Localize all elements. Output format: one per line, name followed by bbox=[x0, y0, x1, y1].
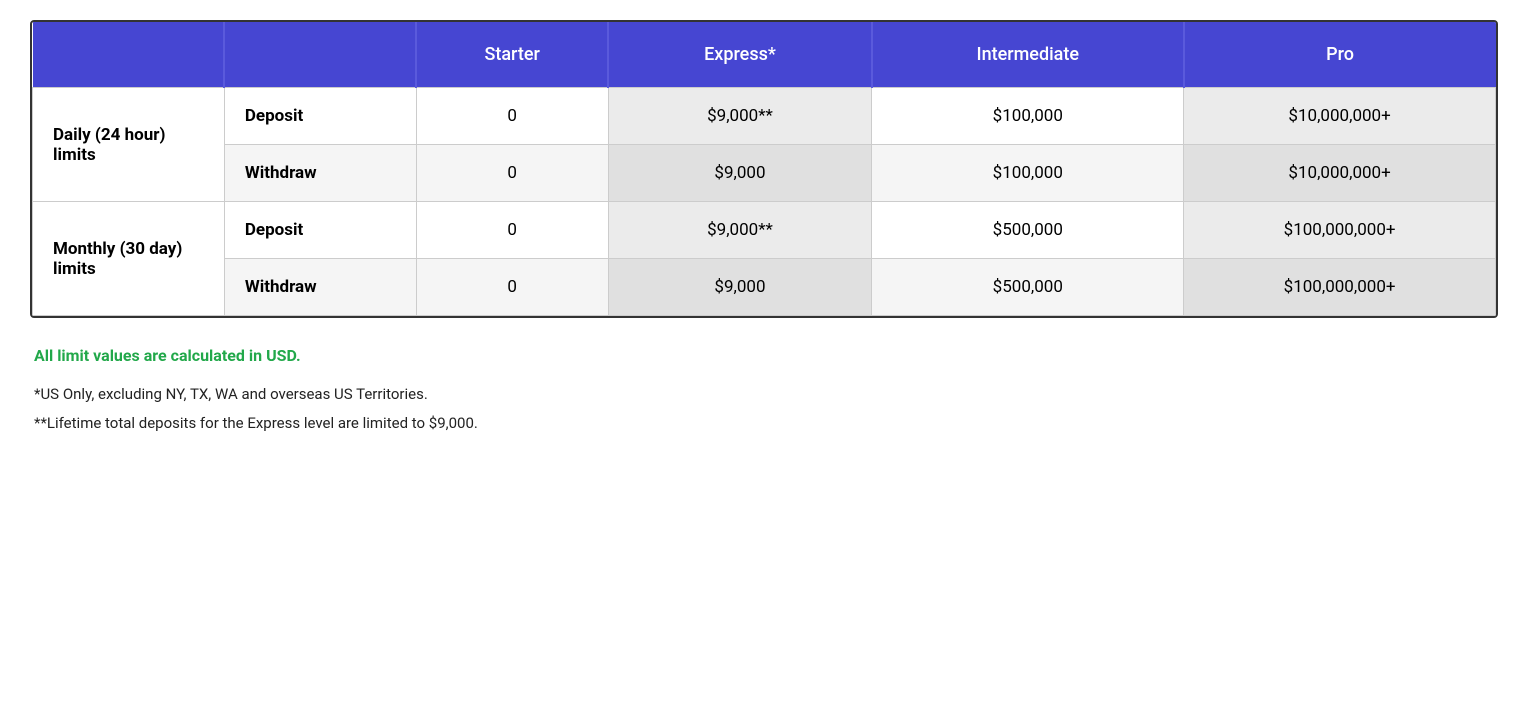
monthly-deposit-pro: $100,000,000+ bbox=[1184, 202, 1496, 259]
daily-deposit-intermediate: $100,000 bbox=[872, 88, 1184, 145]
daily-withdraw-label: Withdraw bbox=[224, 145, 416, 202]
header-starter: Starter bbox=[416, 22, 608, 88]
table-row: Daily (24 hour) limits Deposit 0 $9,000*… bbox=[33, 88, 1496, 145]
monthly-deposit-label: Deposit bbox=[224, 202, 416, 259]
daily-deposit-pro: $10,000,000+ bbox=[1184, 88, 1496, 145]
monthly-withdraw-pro: $100,000,000+ bbox=[1184, 259, 1496, 316]
header-express: Express* bbox=[608, 22, 872, 88]
table-row: Withdraw 0 $9,000 $100,000 $10,000,000+ bbox=[33, 145, 1496, 202]
daily-withdraw-intermediate: $100,000 bbox=[872, 145, 1184, 202]
table-wrapper: Starter Express* Intermediate Pro Daily … bbox=[30, 20, 1498, 318]
daily-group-label: Daily (24 hour) limits bbox=[33, 88, 225, 202]
table-row: Monthly (30 day) limits Deposit 0 $9,000… bbox=[33, 202, 1496, 259]
daily-deposit-express: $9,000** bbox=[608, 88, 872, 145]
monthly-withdraw-express: $9,000 bbox=[608, 259, 872, 316]
daily-withdraw-express: $9,000 bbox=[608, 145, 872, 202]
monthly-withdraw-intermediate: $500,000 bbox=[872, 259, 1184, 316]
footnote-1: *US Only, excluding NY, TX, WA and overs… bbox=[34, 383, 1494, 406]
monthly-group-label: Monthly (30 day) limits bbox=[33, 202, 225, 316]
table-row: Withdraw 0 $9,000 $500,000 $100,000,000+ bbox=[33, 259, 1496, 316]
monthly-withdraw-label: Withdraw bbox=[224, 259, 416, 316]
limits-table: Starter Express* Intermediate Pro Daily … bbox=[32, 22, 1496, 316]
header-empty-1 bbox=[33, 22, 225, 88]
daily-deposit-label: Deposit bbox=[224, 88, 416, 145]
daily-withdraw-pro: $10,000,000+ bbox=[1184, 145, 1496, 202]
monthly-deposit-starter: 0 bbox=[416, 202, 608, 259]
daily-deposit-starter: 0 bbox=[416, 88, 608, 145]
daily-withdraw-starter: 0 bbox=[416, 145, 608, 202]
header-intermediate: Intermediate bbox=[872, 22, 1184, 88]
monthly-deposit-intermediate: $500,000 bbox=[872, 202, 1184, 259]
header-pro: Pro bbox=[1184, 22, 1496, 88]
header-empty-2 bbox=[224, 22, 416, 88]
usd-note: All limit values are calculated in USD. bbox=[34, 346, 1494, 365]
footnotes: All limit values are calculated in USD. … bbox=[30, 346, 1498, 434]
monthly-withdraw-starter: 0 bbox=[416, 259, 608, 316]
footnote-2: **Lifetime total deposits for the Expres… bbox=[34, 412, 1494, 435]
monthly-deposit-express: $9,000** bbox=[608, 202, 872, 259]
